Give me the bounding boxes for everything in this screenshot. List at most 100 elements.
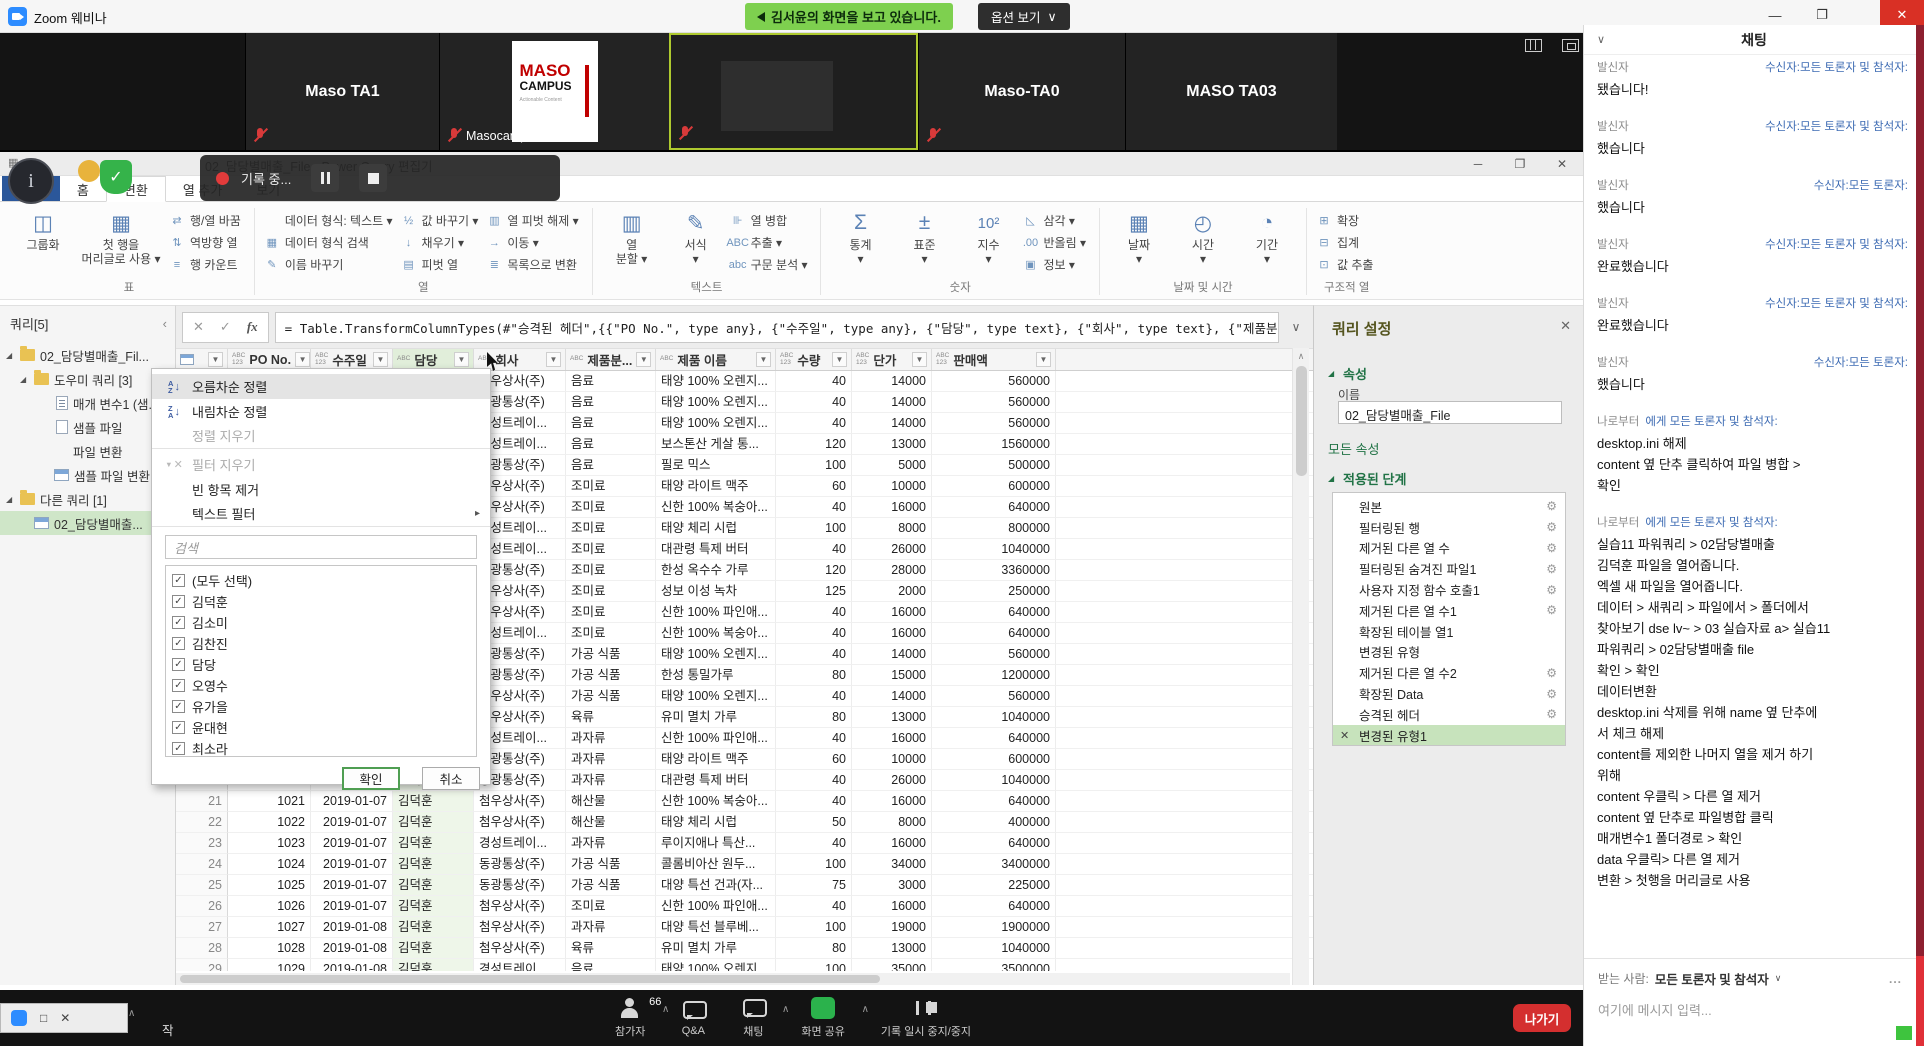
delete-step-icon[interactable]: ✕ [1340,729,1349,742]
ribbon-small-button[interactable]: ✎이름 바꾸기 [264,256,393,273]
applied-step[interactable]: 제거된 다른 열 수 ⚙ [1333,538,1565,559]
column-header[interactable]: ABC 제품분... ▼ [566,349,656,370]
applied-step[interactable]: 원본 ⚙ [1333,496,1565,517]
video-tile[interactable]: MASO CAMPUS Actionable Content Masocampu… [439,33,669,150]
filter-dropdown-icon[interactable]: ▼ [912,352,927,367]
gear-icon[interactable]: ⚙ [1546,666,1557,680]
gear-icon[interactable]: ⚙ [1546,499,1557,513]
filter-value-option[interactable]: ✓ 오영수 [172,675,476,696]
query-tree-item[interactable]: 매개 변수1 (샘... [0,391,175,415]
query-tree-item[interactable]: 02_담당별매출... [0,511,175,535]
menu-item[interactable]: ZA↓ 내림차순 정렬 [152,399,490,424]
filter-dropdown-icon[interactable]: ▼ [1036,352,1051,367]
ribbon-small-button[interactable]: 데이터 형식: 텍스트 ▾ [264,212,393,229]
item-options-caret[interactable]: ∧ [662,1004,669,1015]
use-first-row-headers-button[interactable]: ▦ 첫 행을 머리글로 사용 ▾ [75,207,167,266]
applied-step[interactable]: 확장된 Data ⚙ [1333,683,1565,704]
ribbon-small-button[interactable]: ⊟집계 [1316,234,1373,251]
expand-formula-icon[interactable]: ∨ [1285,320,1307,334]
settings-close-icon[interactable]: ✕ [1560,318,1571,334]
query-tree-item[interactable]: 샘플 파일 [0,415,175,439]
cancel-formula-icon[interactable]: ✕ [193,319,204,335]
toolbar-item[interactable]: 기록 일시 중지/중지 [881,997,971,1039]
toolbar-item[interactable]: Q&A [681,999,705,1037]
checkbox-checked-icon[interactable]: ✓ [172,742,185,755]
info-overlay-icon[interactable]: i [8,158,54,204]
filter-dropdown-icon[interactable]: ▼ [546,352,561,367]
pq-minimize-button[interactable]: ─ [1457,152,1499,175]
query-tree-item[interactable]: ◢ 02_담당별매출_Fil... [0,343,175,367]
ribbon-small-button[interactable]: ≣목록으로 변환 [486,256,578,273]
applied-steps-section[interactable]: ◢적용된 단계 [1328,469,1406,488]
column-type-icon[interactable]: ABC123 [315,353,328,366]
standard-button[interactable]: ± 표준 ▾ [892,207,956,266]
column-type-icon[interactable]: ABC [397,356,410,363]
ribbon-small-button[interactable]: ◺삼각 ▾ [1022,212,1085,229]
ribbon-small-button[interactable]: ABC추출 ▾ [730,234,808,251]
column-header[interactable]: ABC 제품 이름 ▼ [656,349,776,370]
filter-dropdown-icon[interactable]: ▼ [636,352,651,367]
column-type-icon[interactable]: ABC123 [232,353,245,366]
all-properties-link[interactable]: 모든 속성 [1328,439,1379,458]
close-icon[interactable]: ✕ [60,1011,70,1025]
filter-value-option[interactable]: ✓ 김덕훈 [172,591,476,612]
expander-icon[interactable]: ◢ [6,495,15,504]
corner-menu-icon[interactable]: ▼ [208,352,223,367]
filter-dropdown-icon[interactable]: ▼ [454,352,469,367]
cancel-button[interactable]: 취소 [422,767,480,790]
column-header[interactable]: ABC 담당 ▼ [393,349,474,370]
checkbox-checked-icon[interactable]: ✓ [172,700,185,713]
format-button[interactable]: ✎ 서식 ▾ [664,207,728,266]
checkbox-checked-icon[interactable]: ✓ [172,616,185,629]
applied-step[interactable]: 필터링된 숨겨진 파일1 ⚙ [1333,558,1565,579]
menu-item[interactable]: 빈 항목 제거 [152,477,490,502]
ribbon-small-button[interactable]: ↓채우기 ▾ [401,234,479,251]
chat-message-input[interactable]: 여기에 메시지 입력... [1598,1000,1902,1019]
filter-value-option[interactable]: ✓ 김찬진 [172,633,476,654]
ribbon-small-button[interactable]: ▤피벗 열 [401,256,479,273]
duration-button[interactable]: ◔ 기간 ▾ [1235,207,1299,266]
checkbox-checked-icon[interactable]: ✓ [172,637,185,650]
filter-dropdown-icon[interactable]: ▼ [295,352,310,367]
query-name-input[interactable]: 02_담당별매출_File [1338,401,1562,424]
ribbon-small-button[interactable]: ▦데이터 형식 검색 [264,234,393,251]
expander-icon[interactable]: ◢ [20,375,29,384]
menu-item[interactable]: ▼✕ 필터 지우기 [152,452,490,477]
column-type-icon[interactable]: ABC [570,356,583,363]
toolbar-item[interactable]: 화면 공유 ∧ [801,997,845,1039]
gallery-view-icon[interactable] [1525,39,1542,52]
filter-dropdown-icon[interactable]: ▼ [756,352,771,367]
menu-item[interactable]: AZ↓ 오름차순 정렬 [152,374,490,399]
collapse-chat-icon[interactable]: ∨ [1597,33,1605,46]
column-type-icon[interactable]: ABC [660,356,673,363]
split-column-button[interactable]: ▥ 열 분할 ▾ [600,207,664,266]
column-type-icon[interactable]: ABC123 [936,353,949,366]
ribbon-small-button[interactable]: ½값 바꾸기 ▾ [401,212,479,229]
column-header[interactable]: ABC123 판매액 ▼ [932,349,1056,370]
applied-step[interactable]: 제거된 다른 열 수2 ⚙ [1333,662,1565,683]
floating-window-chip[interactable]: □ ✕ [0,1003,128,1033]
gear-icon[interactable]: ⚙ [1546,541,1557,555]
ribbon-small-button[interactable]: ▣정보 ▾ [1022,256,1085,273]
column-header[interactable]: ABC123 PO No. ▼ [228,349,311,370]
applied-step[interactable]: 사용자 지정 함수 호출1 ⚙ [1333,579,1565,600]
menu-item[interactable]: 텍스트 필터 ▸ [152,502,490,527]
ribbon-small-button[interactable]: ⊪열 병합 [730,212,808,229]
leave-button[interactable]: 나가기 [1513,1004,1571,1032]
recipient-select[interactable]: 모든 토론자 및 참석자 [1655,969,1769,988]
column-header[interactable]: ABC123 단가 ▼ [852,349,932,370]
ribbon-small-button[interactable]: .00반올림 ▾ [1022,234,1085,251]
time-button[interactable]: ◴ 시간 ▾ [1171,207,1235,266]
filter-search-input[interactable]: 검색 [165,535,477,559]
applied-step[interactable]: 제거된 다른 열 수1 ⚙ [1333,600,1565,621]
column-type-icon[interactable]: ABC123 [856,353,869,366]
video-tile[interactable]: Maso TA1 [245,33,439,150]
gear-icon[interactable]: ⚙ [1546,520,1557,534]
column-type-icon[interactable]: ABC123 [780,353,793,366]
query-tree-item[interactable]: 샘플 파일 변환 [0,463,175,487]
ok-button[interactable]: 확인 [342,767,400,790]
filter-value-option[interactable]: ✓ 담당 [172,654,476,675]
ribbon-small-button[interactable]: ▥열 피벗 해제 ▾ [486,212,578,229]
applied-step[interactable]: ✕ 변경된 유형1 [1333,725,1565,746]
gear-icon[interactable]: ⚙ [1546,583,1557,597]
